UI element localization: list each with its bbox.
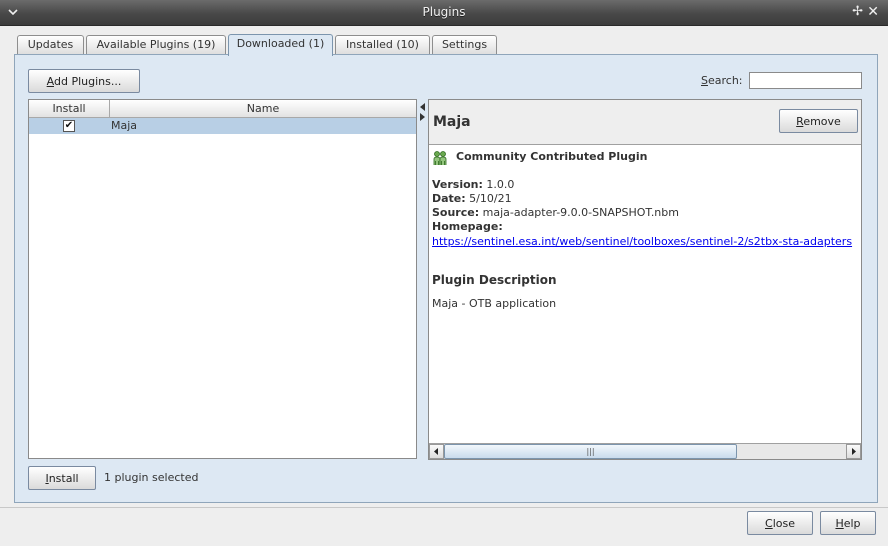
add-plugins-button[interactable]: Add Plugins... [28,69,140,93]
column-header-name[interactable]: Name [110,100,416,118]
detail-content: Community Contributed Plugin Version: 1.… [429,146,861,443]
homepage-link[interactable]: https://sentinel.esa.int/web/sentinel/to… [432,235,852,248]
tab-available-plugins[interactable]: Available Plugins (19) [86,35,226,55]
date-label: Date: [432,192,466,205]
search-input[interactable] [749,72,862,89]
plugin-description: Maja - OTB application [432,297,557,310]
split-pane-divider[interactable] [418,99,428,460]
install-checkbox[interactable]: ✔ [63,120,75,132]
homepage-field: Homepage: [432,220,503,233]
source-field: Source: maja-adapter-9.0.0-SNAPSHOT.nbm [432,206,679,219]
arrow-right-icon [852,448,856,455]
scroll-left-button[interactable] [429,444,444,459]
tab-settings[interactable]: Settings [432,35,497,55]
arrow-left-icon[interactable] [420,103,425,111]
arrow-left-icon [434,448,438,455]
close-button[interactable]: Close [747,511,813,535]
table-row[interactable]: ✔ Maja [29,118,416,134]
plugin-name-cell: Maja [111,119,138,132]
plugins-table[interactable]: Install Name ✔ Maja [28,99,417,459]
date-value: 5/10/21 [469,192,512,205]
detail-header: Maja Remove [429,100,861,145]
scrollbar-thumb[interactable]: ||| [444,444,737,459]
scroll-right-button[interactable] [846,444,861,459]
window-titlebar[interactable]: Plugins ✢ ✕ [0,0,888,26]
tab-downloaded[interactable]: Downloaded (1) [228,34,333,56]
version-label: Version: [432,178,483,191]
people-icon [433,151,447,165]
close-icon[interactable]: ✕ [867,4,879,20]
plugin-title: Maja [433,114,471,130]
tab-updates[interactable]: Updates [17,35,84,55]
column-header-install[interactable]: Install [29,100,110,118]
version-field: Version: 1.0.0 [432,178,514,191]
checkmark-icon: ✔ [64,120,74,131]
footer-divider [0,507,888,508]
help-button[interactable]: Help [820,511,876,535]
homepage-label: Homepage: [432,220,503,233]
search-label: Search: [701,74,743,87]
pin-icon[interactable]: ✢ [852,4,863,19]
source-label: Source: [432,206,480,219]
tab-installed[interactable]: Installed (10) [335,35,430,55]
plugin-category: Community Contributed Plugin [456,150,648,163]
window-title: Plugins [422,5,466,19]
description-title: Plugin Description [432,273,557,287]
version-value: 1.0.0 [486,178,515,191]
install-button[interactable]: Install [28,466,96,490]
remove-button[interactable]: Remove [779,109,858,133]
selection-status: 1 plugin selected [104,471,199,484]
date-field: Date: 5/10/21 [432,192,512,205]
plugin-detail-panel: Maja Remove Community Contributed Plugin… [428,99,862,460]
arrow-right-icon[interactable] [420,113,425,121]
horizontal-scrollbar[interactable]: ||| [429,443,861,459]
source-value: maja-adapter-9.0.0-SNAPSHOT.nbm [482,206,679,219]
